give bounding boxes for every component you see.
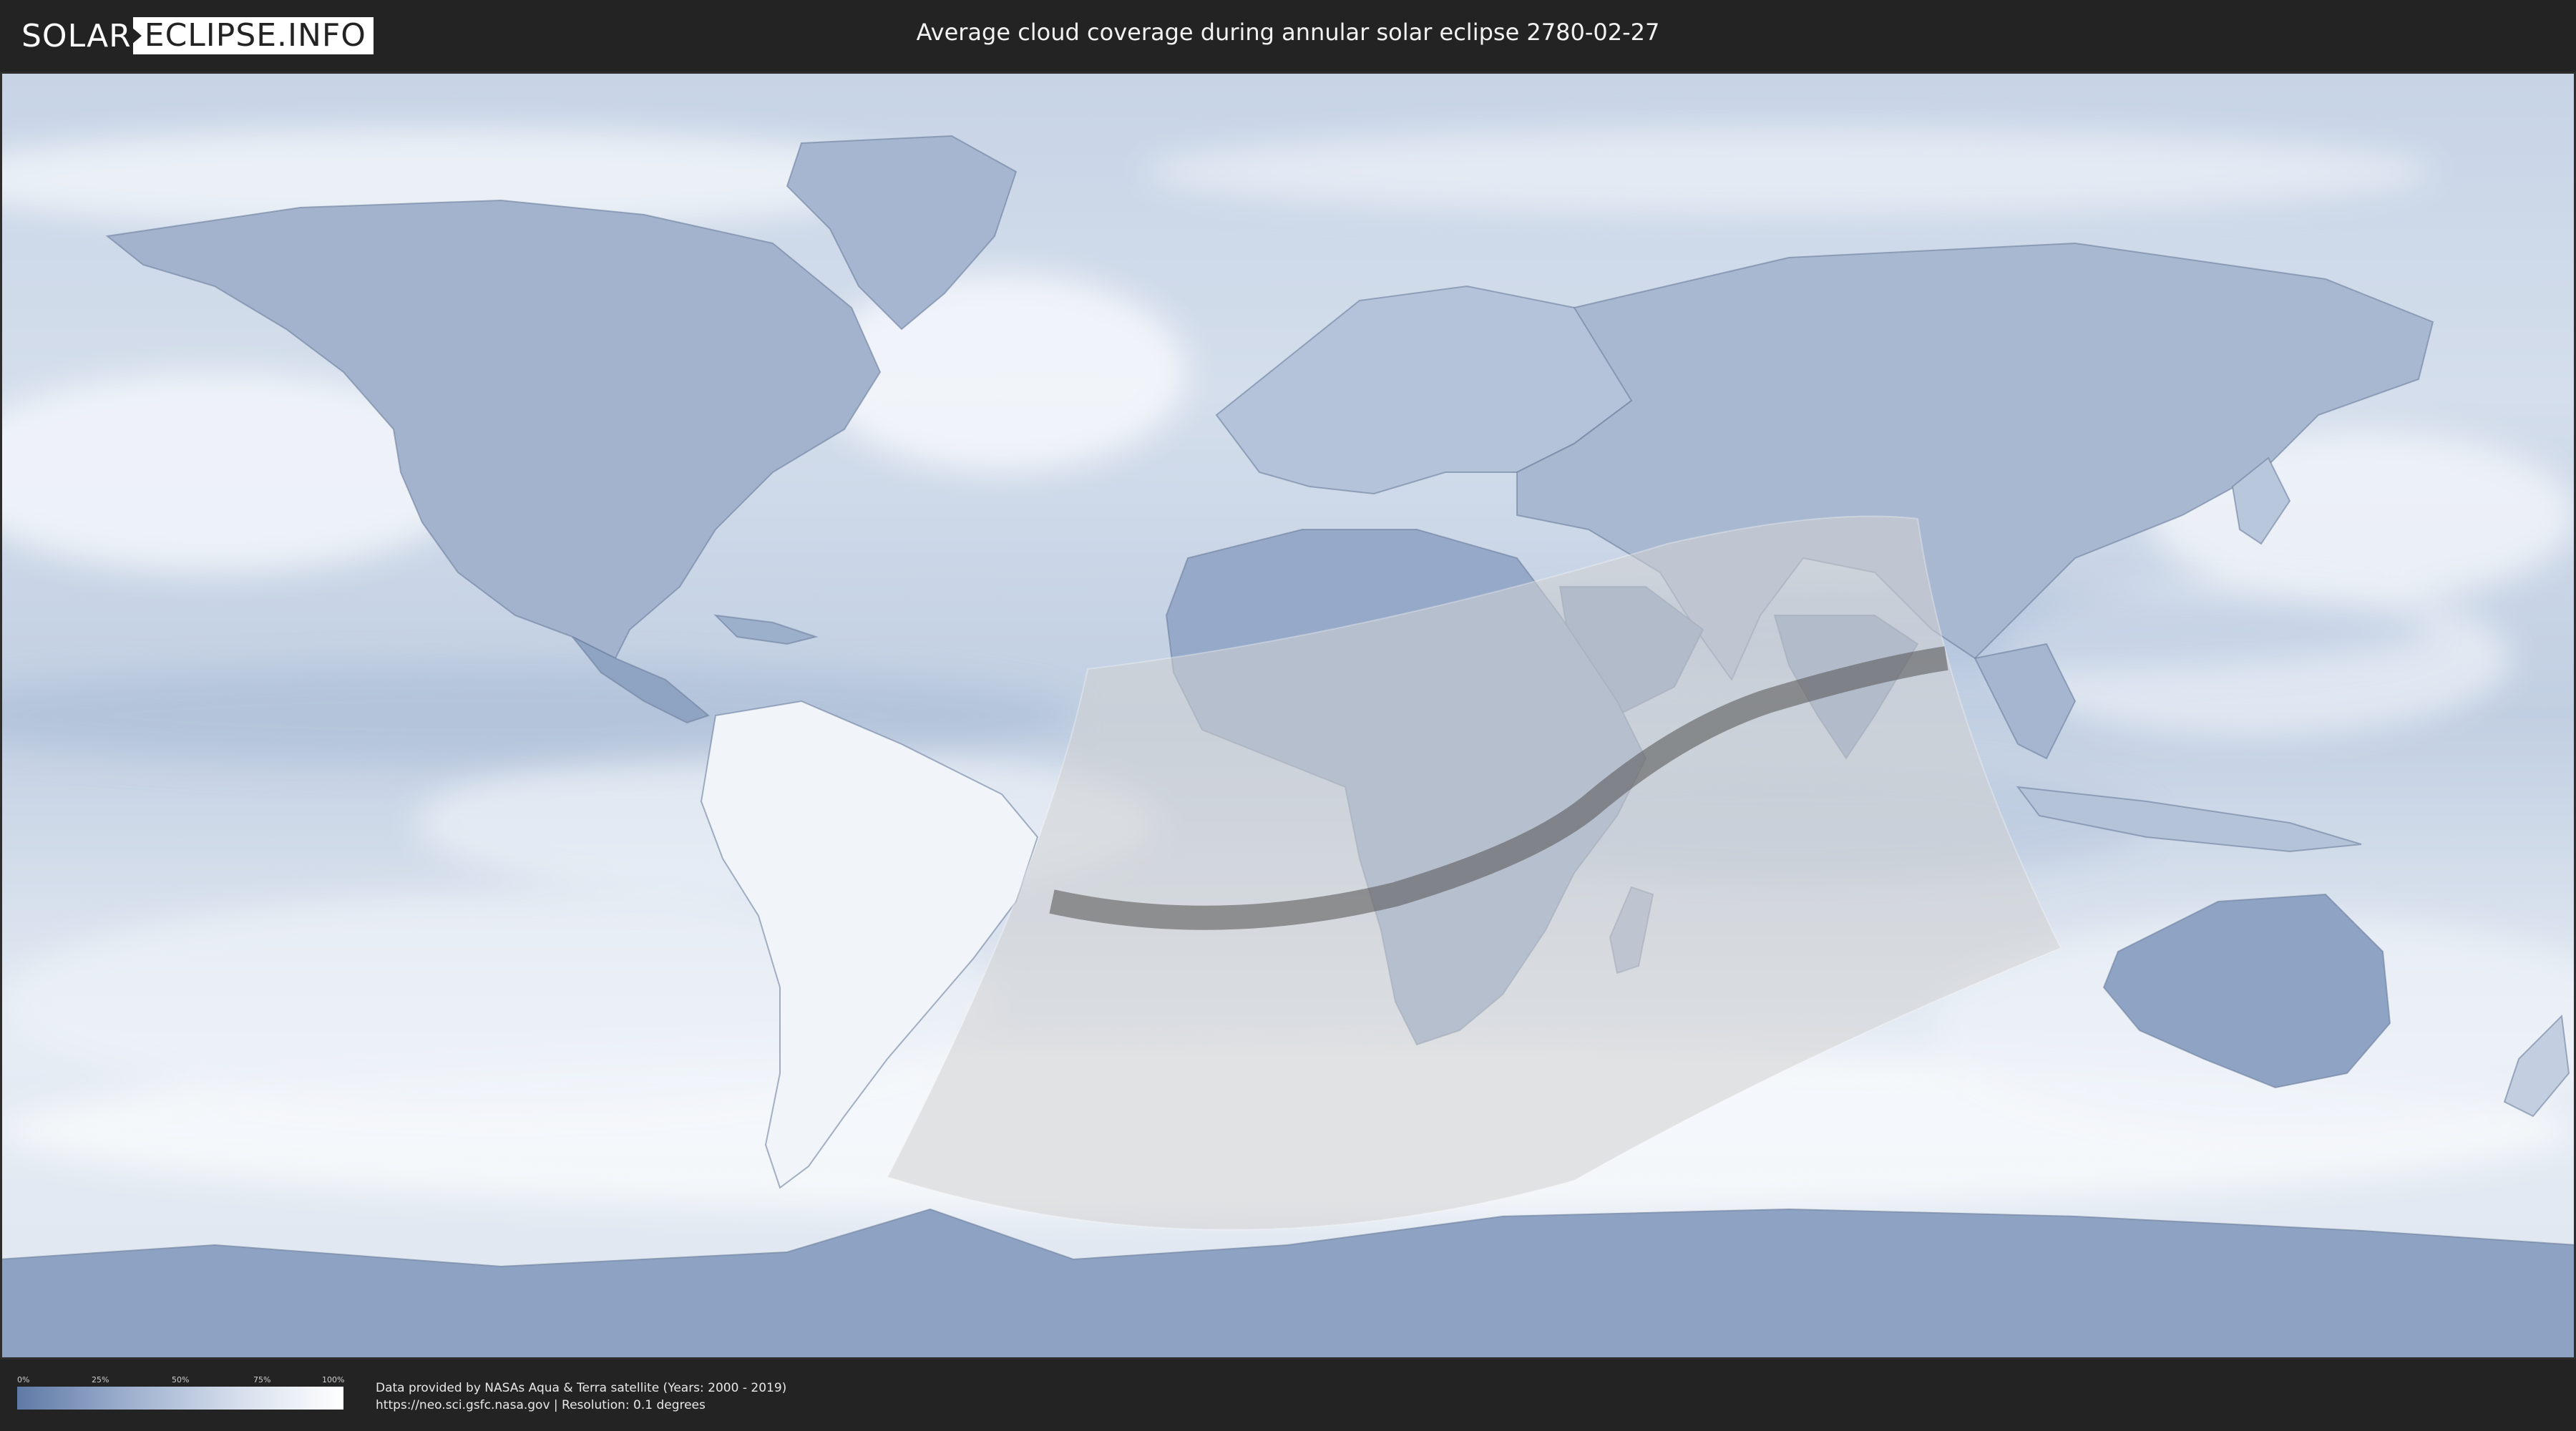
world-map-svg [0,72,2576,1359]
data-source-link[interactable]: https://neo.sci.gsfc.nasa.gov | Resoluti… [376,1397,786,1414]
footer-bar: 0% 25% 50% 75% 100% Data provided by NAS… [0,1359,2576,1431]
data-source-line1: Data provided by NASAs Aqua & Terra sate… [376,1381,787,1395]
legend-ticks: 0% 25% 50% 75% 100% [17,1375,345,1387]
data-source: Data provided by NASAs Aqua & Terra sate… [376,1379,786,1414]
legend-tick-75: 75% [253,1375,271,1384]
header-bar: SOLAR ECLIPSE.INFO Average cloud coverag… [0,0,2576,72]
legend-color-bar [17,1387,343,1410]
page-title: Average cloud coverage during annular so… [916,19,1660,46]
legend-tick-0: 0% [17,1375,30,1384]
cloud-coverage-map[interactable] [0,72,2576,1359]
legend-tick-25: 25% [92,1375,109,1384]
cloud-coverage-legend: 0% 25% 50% 75% 100% [17,1375,345,1410]
legend-tick-50: 50% [172,1375,190,1384]
legend-tick-100: 100% [322,1375,345,1384]
